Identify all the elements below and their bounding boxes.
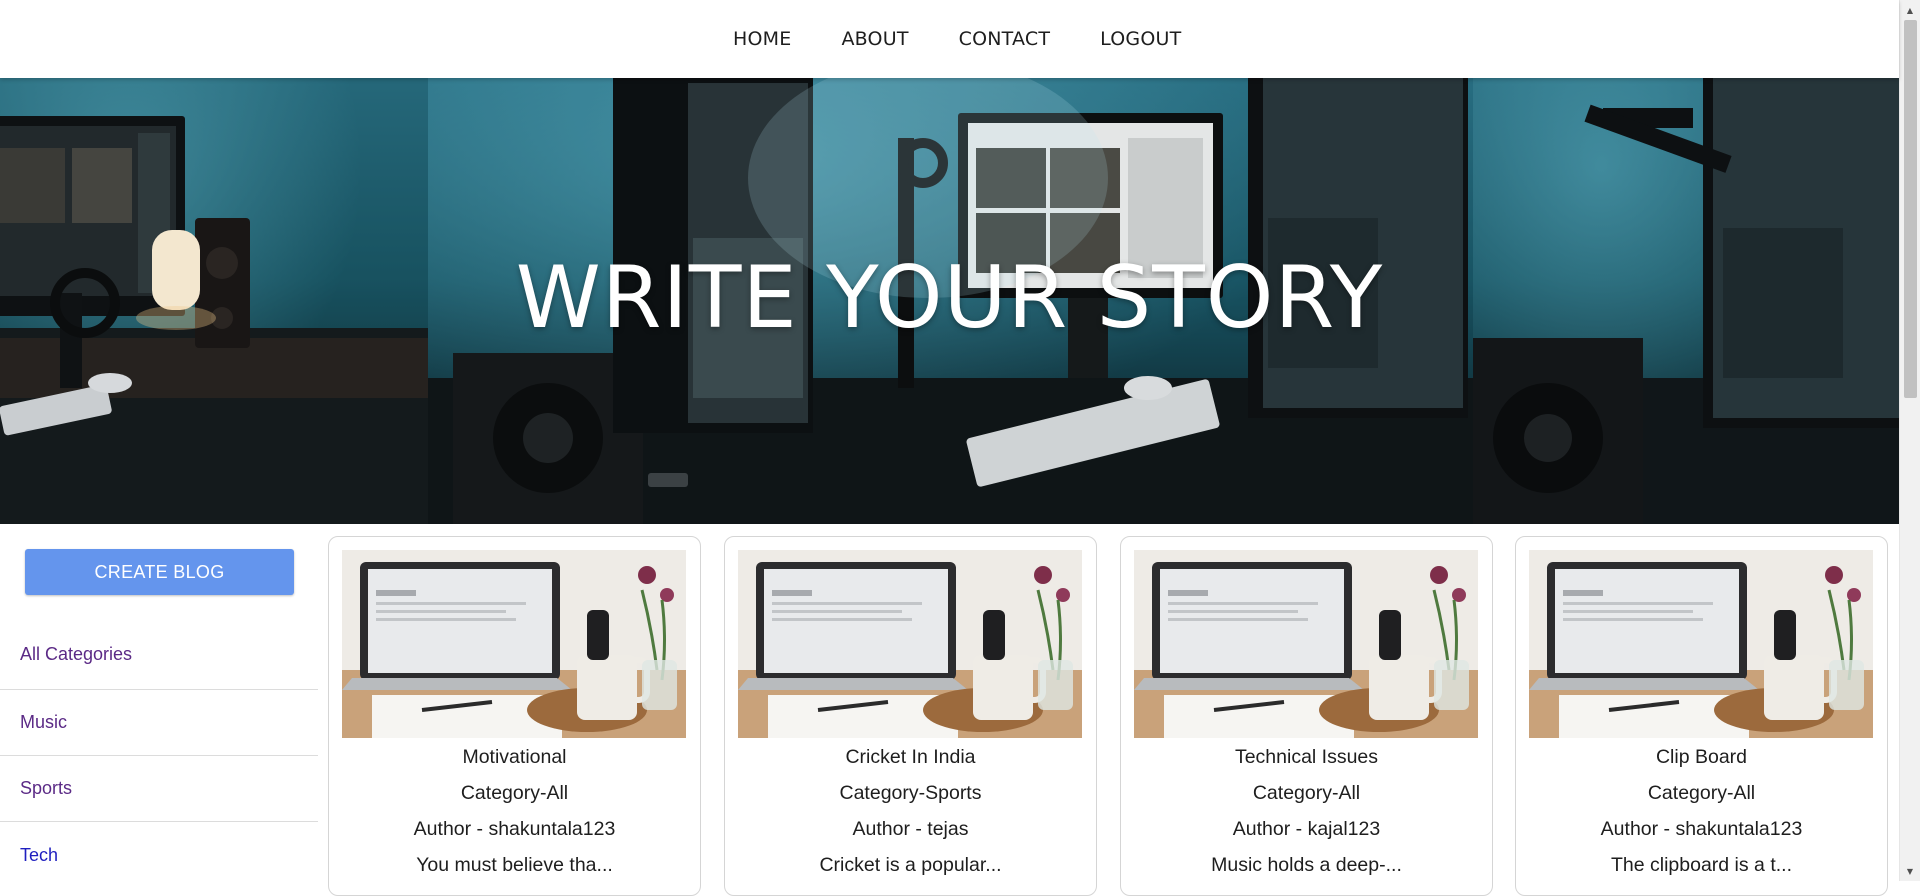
post-card[interactable]: Technical Issues Category-All Author - k…	[1120, 536, 1493, 896]
category-item-tech[interactable]: Tech	[0, 822, 318, 888]
scrollbar-thumb[interactable]	[1904, 20, 1917, 398]
hero-banner: WRITE YOUR STORY	[0, 78, 1899, 524]
post-title: Technical Issues	[1234, 746, 1379, 768]
page-scrollbar[interactable]: ▲ ▼	[1899, 0, 1920, 881]
nav-logout-link[interactable]: LOGOUT	[1100, 28, 1181, 50]
post-title: Cricket In India	[845, 746, 976, 768]
post-excerpt: You must believe tha...	[416, 854, 613, 876]
create-blog-button[interactable]: CREATE BLOG	[25, 549, 294, 595]
post-thumbnail	[1134, 550, 1478, 738]
post-title: Motivational	[462, 746, 567, 768]
hero-title: WRITE YOUR STORY	[515, 248, 1384, 348]
post-author: Author - shakuntala123	[413, 818, 616, 840]
category-item-music[interactable]: Music	[0, 690, 318, 756]
sidebar: CREATE BLOG All Categories Music Sports …	[0, 524, 318, 881]
nav-links: HOME ABOUT CONTACT LOGOUT	[733, 0, 1231, 78]
post-card[interactable]: Motivational Category-All Author - shaku…	[328, 536, 701, 896]
category-item-all[interactable]: All Categories	[0, 620, 318, 690]
scroll-down-arrow-icon[interactable]: ▼	[1900, 863, 1920, 879]
post-card[interactable]: Clip Board Category-All Author - shakunt…	[1515, 536, 1888, 896]
category-item-sports[interactable]: Sports	[0, 756, 318, 822]
post-thumbnail	[1529, 550, 1873, 738]
post-title: Clip Board	[1655, 746, 1748, 768]
post-author: Author - kajal123	[1232, 818, 1381, 840]
post-category: Category-Sports	[839, 782, 982, 804]
post-card[interactable]: Cricket In India Category-Sports Author …	[724, 536, 1097, 896]
top-navbar: HOME ABOUT CONTACT LOGOUT	[0, 0, 1899, 78]
category-list: All Categories Music Sports Tech	[0, 620, 318, 888]
post-excerpt: Cricket is a popular...	[819, 854, 1002, 876]
post-excerpt: Music holds a deep-...	[1211, 854, 1402, 876]
nav-about-link[interactable]: ABOUT	[841, 28, 908, 50]
nav-contact-link[interactable]: CONTACT	[959, 28, 1051, 50]
post-excerpt: The clipboard is a t...	[1610, 854, 1792, 876]
post-category: Category-All	[1647, 782, 1756, 804]
post-thumbnail	[738, 550, 1082, 738]
post-category: Category-All	[1252, 782, 1361, 804]
nav-home-link[interactable]: HOME	[733, 28, 791, 50]
post-category: Category-All	[460, 782, 569, 804]
post-thumbnail	[342, 550, 686, 738]
scroll-up-arrow-icon[interactable]: ▲	[1900, 2, 1920, 18]
post-author: Author - shakuntala123	[1600, 818, 1803, 840]
post-author: Author - tejas	[852, 818, 969, 840]
